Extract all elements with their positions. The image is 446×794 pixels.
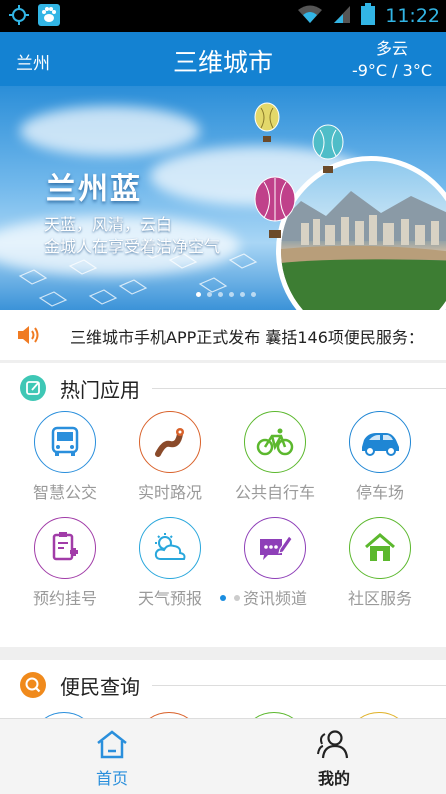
announcement-ticker[interactable]: 三维城市手机APP正式发布 囊括146项便民服务：: [0, 310, 446, 360]
app-smart-bus[interactable]: 智慧公交: [15, 411, 115, 503]
section-title: 便民查询: [60, 675, 140, 699]
section-title: 热门应用: [60, 378, 140, 402]
cloud-decoration: [20, 106, 200, 156]
promo-banner[interactable]: 兰州蓝 天蓝，风清，云白 金城人在享受着洁净空气: [0, 86, 446, 310]
app-label: 社区服务: [347, 589, 412, 608]
tab-label: 我的: [317, 769, 350, 788]
app-community[interactable]: 社区服务: [330, 517, 430, 609]
hot-air-balloon-icon: [254, 102, 280, 142]
banner-title: 兰州蓝: [46, 172, 142, 207]
banner-subtitle: 天蓝，风清，云白 金城人在享受着洁净空气: [44, 214, 220, 258]
banner-dot[interactable]: [207, 292, 212, 297]
bottom-tab-bar: 首页 我的: [0, 718, 446, 794]
app-label: 资讯频道: [242, 589, 307, 608]
app-header: 兰州 三维城市 多云 -9°C / 3°C: [0, 32, 446, 86]
app-traffic[interactable]: 实时路况: [120, 411, 220, 503]
tab-home[interactable]: 首页: [62, 729, 162, 789]
banner-subtitle-line: 天蓝，风清，云白: [44, 215, 173, 234]
section-header: 便民查询: [0, 660, 446, 710]
page-dot[interactable]: [220, 595, 226, 601]
app-news[interactable]: 资讯频道: [225, 517, 325, 609]
hot-air-balloon-icon: [312, 124, 344, 173]
banner-dot[interactable]: [240, 292, 245, 297]
edit-icon: [20, 375, 46, 401]
banner-dot[interactable]: [196, 292, 201, 297]
temperature-range: -9°C / 3°C: [351, 61, 432, 80]
community-home-icon: [349, 517, 411, 579]
section-divider: [152, 685, 446, 686]
banner-subtitle-line: 金城人在享受着洁净空气: [44, 237, 221, 256]
section-header: 热门应用: [0, 363, 446, 413]
battery-icon: [361, 3, 376, 29]
signal-icon: [333, 4, 351, 28]
convenience-section: 便民查询: [0, 660, 446, 718]
banner-dot[interactable]: [218, 292, 223, 297]
announcement-text: 三维城市手机APP正式发布 囊括146项便民服务：: [70, 328, 424, 347]
gps-icon: [8, 4, 30, 30]
bicycle-icon: [244, 411, 306, 473]
app-label: 预约挂号: [32, 589, 97, 608]
hospital-register-icon: [34, 517, 96, 579]
home-icon: [95, 730, 129, 763]
user-group-icon: [315, 730, 353, 763]
weather-condition: 多云: [375, 39, 408, 58]
page-dot[interactable]: [234, 595, 240, 601]
section-divider: [152, 388, 446, 389]
weather-widget[interactable]: 多云 -9°C / 3°C: [352, 38, 432, 82]
wifi-icon: [297, 4, 323, 28]
banner-dot[interactable]: [251, 292, 256, 297]
speaker-icon: [16, 324, 42, 350]
app-appointment[interactable]: 预约挂号: [15, 517, 115, 609]
banner-dot[interactable]: [229, 292, 234, 297]
apps-pagination: [220, 595, 240, 601]
news-icon: [244, 517, 306, 579]
status-bar: 11:22: [0, 0, 446, 32]
app-parking[interactable]: 停车场: [330, 411, 430, 503]
app-label: 智慧公交: [32, 483, 97, 502]
bus-icon: [34, 411, 96, 473]
app-label: 实时路况: [137, 483, 202, 502]
banner-pagination: [196, 292, 256, 297]
app-label: 公共自行车: [234, 483, 315, 502]
app-label: 停车场: [355, 483, 404, 502]
clock-time: 11:22: [385, 5, 440, 27]
baidu-paw-icon: [38, 4, 60, 30]
hot-apps-section: 热门应用 智慧公交 实时路况 公共自行车 停车场 预约挂号 天气预报 资讯频道 …: [0, 363, 446, 647]
hot-air-balloon-icon: [254, 176, 296, 238]
app-label: 天气预报: [137, 589, 202, 608]
search-icon: [20, 672, 46, 698]
tab-mine[interactable]: 我的: [284, 729, 384, 789]
road-icon: [139, 411, 201, 473]
app-public-bike[interactable]: 公共自行车: [225, 411, 325, 503]
weather-icon: [139, 517, 201, 579]
app-weather[interactable]: 天气预报: [120, 517, 220, 609]
tab-label: 首页: [95, 769, 128, 788]
car-icon: [349, 411, 411, 473]
